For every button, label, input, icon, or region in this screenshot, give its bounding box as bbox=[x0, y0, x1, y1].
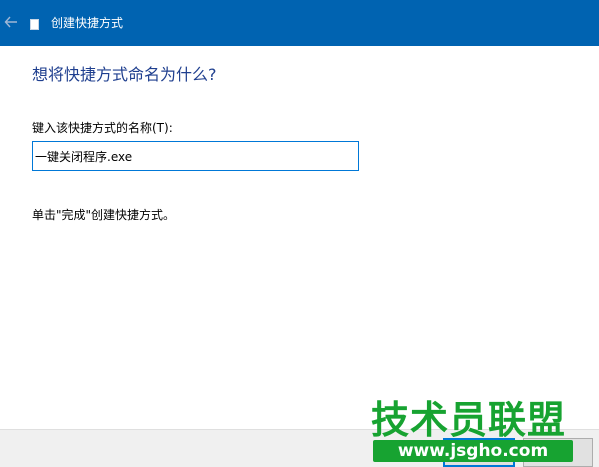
window-title: 创建快捷方式 bbox=[51, 16, 124, 30]
finish-hint-text: 单击"完成"创建快捷方式。 bbox=[32, 208, 176, 222]
name-field-label: 键入该快捷方式的名称(T): bbox=[32, 121, 173, 135]
page-heading: 想将快捷方式命名为什么? bbox=[32, 65, 217, 84]
shortcut-icon bbox=[30, 19, 39, 30]
watermark-logo: 技术员联盟 www.jsgho.com bbox=[365, 398, 580, 464]
shortcut-name-input[interactable] bbox=[32, 141, 359, 171]
watermark-title: 技术员联盟 bbox=[371, 398, 567, 442]
back-arrow-icon[interactable] bbox=[4, 14, 18, 30]
title-bar: 创建快捷方式 bbox=[0, 0, 599, 46]
watermark-url: www.jsgho.com bbox=[373, 440, 573, 462]
